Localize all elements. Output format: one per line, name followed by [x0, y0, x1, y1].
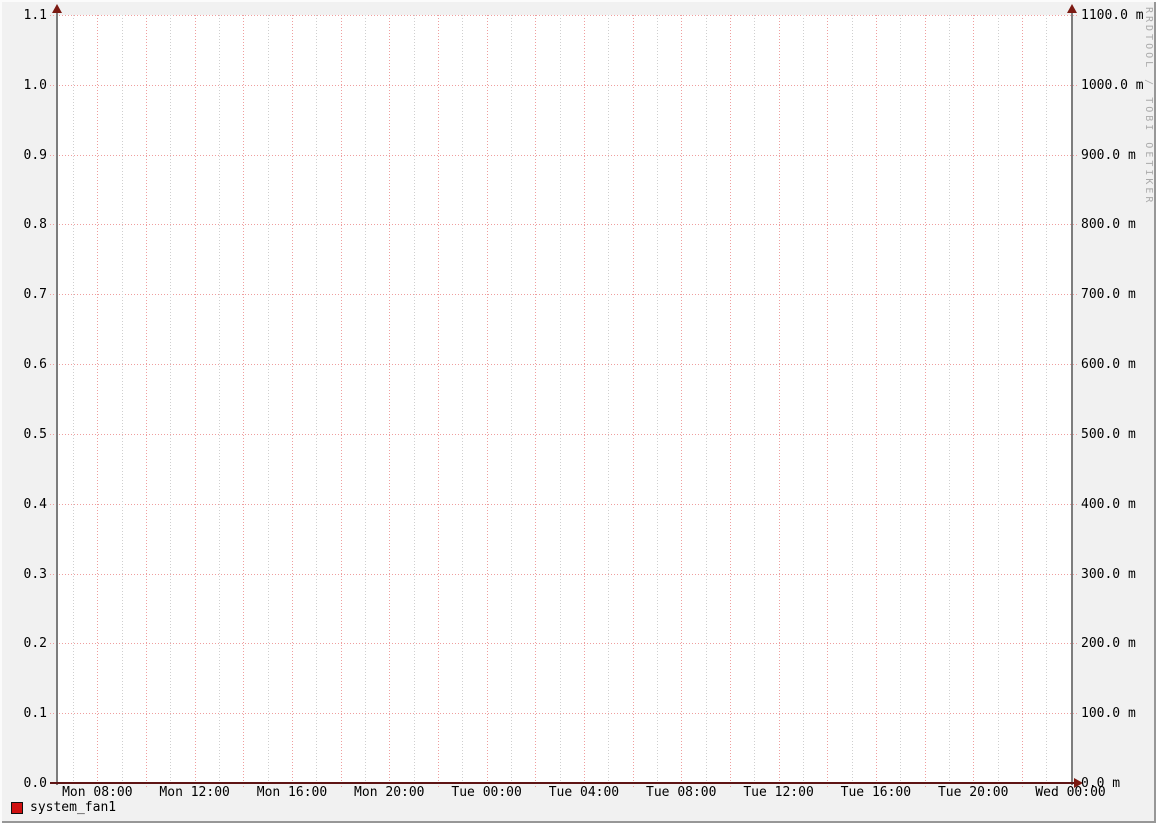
- x-tick-label: Mon 08:00: [62, 785, 133, 800]
- x-minor-gridline: [268, 15, 269, 783]
- x-minor-gridline: [852, 15, 853, 783]
- x-major-gridline: [827, 15, 828, 787]
- x-minor-gridline: [414, 15, 415, 783]
- left-y-tick-label: 0.0: [23, 776, 47, 791]
- right-y-tick-label: 500.0 m: [1081, 427, 1136, 442]
- x-tick-label: Tue 20:00: [937, 785, 1009, 800]
- left-y-tick-label: 0.3: [23, 567, 47, 582]
- x-major-gridline: [341, 15, 342, 787]
- x-major-gridline: [973, 15, 974, 787]
- right-y-tick-label: 400.0 m: [1081, 497, 1136, 512]
- x-minor-gridline: [170, 15, 171, 783]
- left-y-tick-label: 0.4: [23, 497, 47, 512]
- x-tick-label: Wed 00:00: [1035, 785, 1106, 800]
- right-y-tick-label: 1000.0 m: [1081, 78, 1144, 93]
- x-minor-gridline: [998, 15, 999, 783]
- x-major-gridline: [195, 15, 196, 787]
- right-y-tick-label: 1100.0 m: [1081, 8, 1144, 23]
- x-tick-label: Mon 20:00: [354, 785, 425, 800]
- x-minor-gridline: [73, 15, 74, 783]
- x-major-gridline: [146, 15, 147, 787]
- x-tick-label: Tue 08:00: [646, 785, 717, 800]
- x-minor-gridline: [122, 15, 123, 783]
- left-y-tick-label: 0.5: [23, 427, 47, 442]
- x-minor-gridline: [657, 15, 658, 783]
- x-tick-label: Mon 16:00: [256, 785, 328, 800]
- right-y-axis-line: [1071, 10, 1073, 785]
- x-tick-label: Tue 16:00: [840, 785, 912, 800]
- right-y-tick-label: 900.0 m: [1081, 148, 1136, 163]
- x-major-gridline: [535, 15, 536, 787]
- x-major-gridline: [681, 15, 682, 787]
- x-minor-gridline: [316, 15, 317, 783]
- x-tick-label: Tue 04:00: [548, 785, 620, 800]
- x-major-gridline: [1022, 15, 1023, 787]
- left-y-tick-label: 0.6: [23, 357, 47, 372]
- x-minor-gridline: [462, 15, 463, 783]
- rrdtool-graph: 0.0 0.0 m 0.1 100.0 m 0.2 200.0 m 0.3 300.0 m 0.…: [0, 0, 1156, 823]
- left-y-tick-label: 0.8: [23, 217, 47, 232]
- x-minor-gridline: [608, 15, 609, 783]
- legend-color-swatch: [11, 802, 23, 814]
- x-major-gridline: [487, 15, 488, 787]
- x-major-gridline: [584, 15, 585, 787]
- rrdtool-watermark: RRDTOOL / TOBI OETIKER: [1143, 7, 1154, 206]
- right-y-tick-label: 100.0 m: [1081, 706, 1136, 721]
- left-y-axis-line: [56, 10, 58, 785]
- x-major-gridline: [438, 15, 439, 787]
- right-y-tick-label: 800.0 m: [1081, 217, 1136, 232]
- left-y-tick-label: 0.2: [23, 636, 47, 651]
- x-minor-gridline: [1046, 15, 1047, 783]
- x-axis-line: [50, 782, 1075, 784]
- right-y-tick-label: 600.0 m: [1081, 357, 1136, 372]
- x-major-gridline: [876, 15, 877, 787]
- left-y-tick-label: 1.1: [23, 8, 47, 23]
- right-y-tick-label: 300.0 m: [1081, 567, 1136, 582]
- x-tick-label: Tue 12:00: [743, 785, 814, 800]
- x-minor-gridline: [803, 15, 804, 783]
- x-minor-gridline: [949, 15, 950, 783]
- left-y-tick-label: 1.0: [23, 78, 47, 93]
- x-tick-label: Mon 12:00: [159, 785, 230, 800]
- right-axis-arrow-icon: [1067, 4, 1077, 13]
- x-minor-gridline: [754, 15, 755, 783]
- x-major-gridline: [292, 15, 293, 787]
- left-y-tick-label: 0.9: [23, 148, 47, 163]
- x-major-gridline: [925, 15, 926, 787]
- x-tick-label: Tue 00:00: [451, 785, 522, 800]
- x-minor-gridline: [219, 15, 220, 783]
- x-minor-gridline: [511, 15, 512, 783]
- plot-area: [50, 15, 1079, 787]
- x-major-gridline: [389, 15, 390, 787]
- x-major-gridline: [633, 15, 634, 787]
- x-minor-gridline: [560, 15, 561, 783]
- x-major-gridline: [730, 15, 731, 787]
- x-minor-gridline: [706, 15, 707, 783]
- x-major-gridline: [243, 15, 244, 787]
- x-major-gridline: [779, 15, 780, 787]
- x-minor-gridline: [365, 15, 366, 783]
- left-y-tick-label: 0.1: [23, 706, 47, 721]
- right-y-tick-label: 700.0 m: [1081, 287, 1136, 302]
- right-y-tick-label: 200.0 m: [1081, 636, 1136, 651]
- left-axis-arrow-icon: [52, 4, 62, 13]
- legend-series-label: system_fan1: [30, 800, 117, 815]
- left-y-tick-label: 0.7: [23, 287, 47, 302]
- x-minor-gridline: [900, 15, 901, 783]
- x-major-gridline: [97, 15, 98, 787]
